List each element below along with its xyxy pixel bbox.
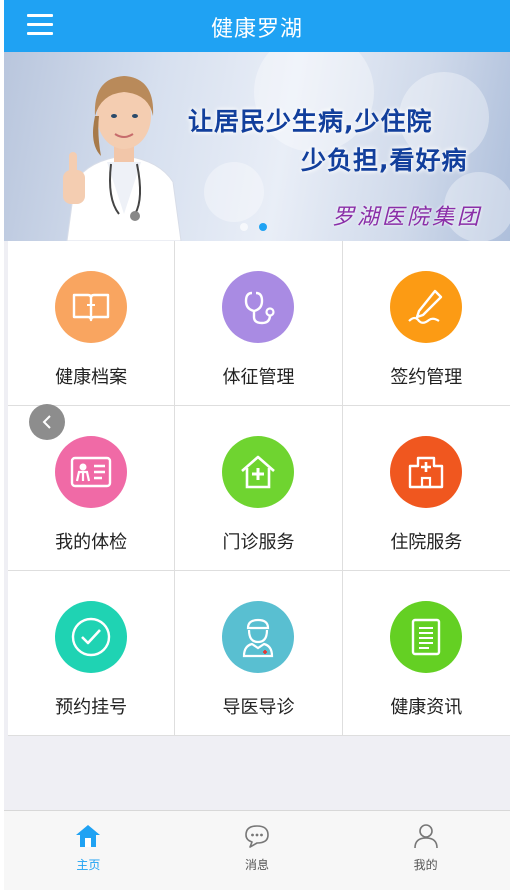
service-label: 住院服务 bbox=[390, 532, 463, 553]
doctor-illustration bbox=[63, 76, 182, 241]
service-guidance[interactable]: 导医导诊 bbox=[175, 571, 343, 736]
service-grid: 健康档案 体征管理 签约管理 我的体检 门诊服务 住院服务 预约挂号 导医导诊 … bbox=[8, 241, 510, 736]
news-document-icon bbox=[390, 601, 463, 673]
top-navigation-bar: 健康罗湖 bbox=[4, 0, 510, 52]
service-vital-signs[interactable]: 体征管理 bbox=[175, 241, 343, 406]
service-inpatient[interactable]: 住院服务 bbox=[342, 406, 510, 571]
service-outpatient[interactable]: 门诊服务 bbox=[175, 406, 343, 571]
tab-label: 我的 bbox=[413, 858, 438, 872]
promo-banner[interactable]: 让居民少生病,少住院 少负担,看好病 罗湖医院集团 bbox=[4, 52, 510, 241]
carousel-dot[interactable] bbox=[240, 223, 248, 231]
user-profile-icon bbox=[413, 824, 438, 849]
nurse-icon bbox=[222, 601, 295, 673]
service-label: 门诊服务 bbox=[222, 532, 295, 553]
service-appointment[interactable]: 预约挂号 bbox=[8, 571, 176, 736]
bottom-tab-bar: 主页 消息 我的 bbox=[4, 810, 510, 890]
chat-bubble-icon bbox=[245, 825, 269, 848]
home-icon bbox=[76, 825, 101, 847]
tab-home[interactable]: 主页 bbox=[4, 811, 173, 890]
service-label: 体征管理 bbox=[222, 367, 295, 388]
banner-slogan-line1: 让居民少生病,少住院 bbox=[188, 107, 433, 136]
service-label: 签约管理 bbox=[390, 367, 463, 388]
hospital-building-icon bbox=[390, 436, 463, 508]
id-card-icon bbox=[55, 436, 128, 508]
carousel-indicator bbox=[240, 223, 267, 231]
clinic-house-icon bbox=[222, 436, 295, 508]
tab-label: 消息 bbox=[245, 858, 270, 872]
carousel-dot-active[interactable] bbox=[259, 223, 267, 231]
service-label: 健康档案 bbox=[55, 367, 128, 388]
pen-sign-icon bbox=[390, 271, 463, 343]
service-label: 导医导诊 bbox=[222, 697, 295, 718]
tab-label: 主页 bbox=[76, 858, 101, 872]
service-label: 健康资讯 bbox=[390, 697, 463, 718]
tab-messages[interactable]: 消息 bbox=[173, 811, 342, 890]
service-label: 预约挂号 bbox=[55, 697, 128, 718]
service-health-records[interactable]: 健康档案 bbox=[8, 241, 176, 406]
service-label: 我的体检 bbox=[55, 532, 128, 553]
service-health-news[interactable]: 健康资讯 bbox=[342, 571, 510, 736]
chevron-left-icon bbox=[42, 415, 51, 429]
check-circle-icon bbox=[55, 601, 128, 673]
app-screen: 健康罗湖 让居民少生病,少住院 少负担,看好病 罗湖医院集团 健康档案 体征管理… bbox=[4, 0, 510, 890]
book-icon bbox=[55, 271, 128, 343]
banner-hospital-name: 罗湖医院集团 bbox=[332, 205, 483, 230]
service-contract-management[interactable]: 签约管理 bbox=[342, 241, 510, 406]
page-title: 健康罗湖 bbox=[210, 17, 303, 42]
tab-profile[interactable]: 我的 bbox=[341, 811, 510, 890]
banner-slogan-line2: 少负担,看好病 bbox=[301, 146, 468, 175]
stethoscope-icon bbox=[222, 271, 295, 343]
back-button[interactable] bbox=[29, 404, 65, 440]
